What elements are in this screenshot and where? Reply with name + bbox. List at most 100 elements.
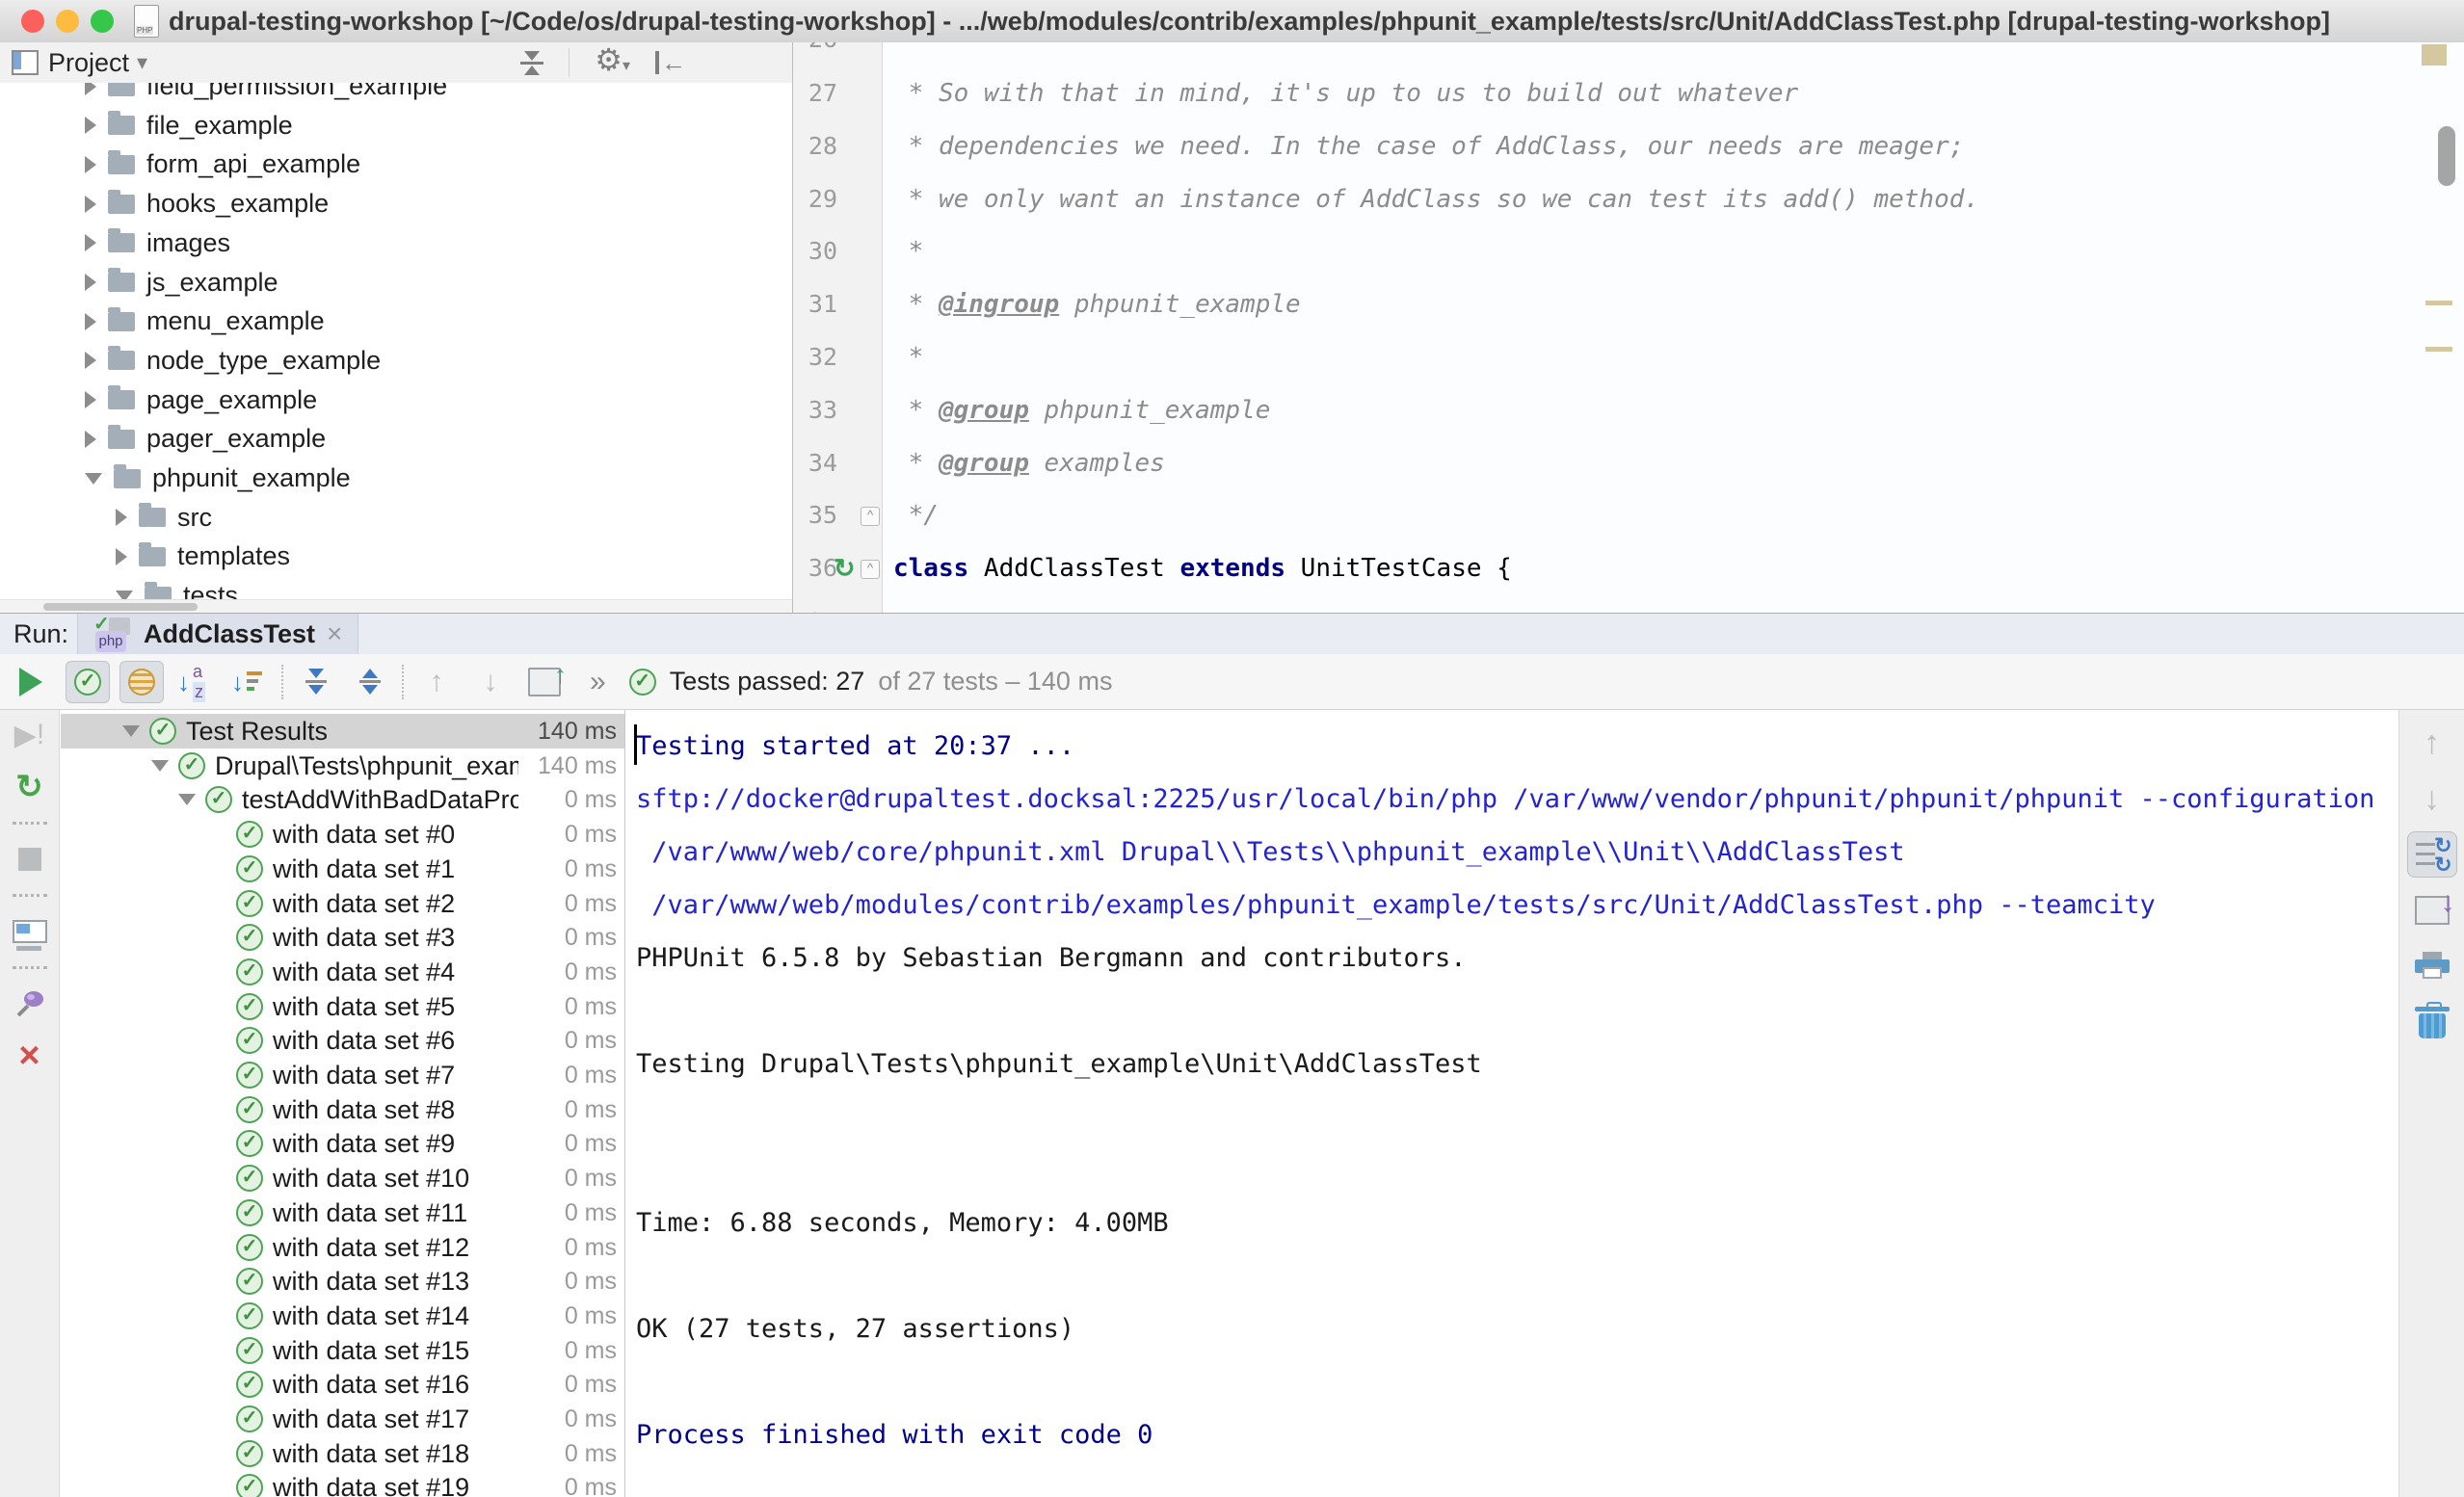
chevron-collapsed-icon[interactable] xyxy=(85,431,96,448)
project-item[interactable]: src xyxy=(0,498,792,538)
pin-tab-button[interactable] xyxy=(11,985,49,1023)
test-tree-row[interactable]: ✓with data set #190 ms xyxy=(61,1470,624,1497)
soft-wrap-button[interactable]: ↻↻ xyxy=(2407,831,2457,878)
test-tree-row[interactable]: ✓Test Results140 ms xyxy=(61,714,624,748)
test-tree-row[interactable]: ✓with data set #180 ms xyxy=(61,1436,624,1471)
test-tree-row[interactable]: ✓with data set #140 ms xyxy=(61,1299,624,1333)
chevron-collapsed-icon[interactable] xyxy=(116,548,127,565)
test-tree-row[interactable]: ✓with data set #70 ms xyxy=(61,1058,624,1092)
chevron-collapsed-icon[interactable] xyxy=(116,509,127,526)
chevron-collapsed-icon[interactable] xyxy=(85,391,96,408)
rerun-button[interactable] xyxy=(12,661,56,703)
editor-scrollbar-thumb[interactable] xyxy=(2438,126,2455,186)
test-tree-row[interactable]: ✓with data set #30 ms xyxy=(61,920,624,955)
chevron-expanded-icon[interactable] xyxy=(116,591,133,599)
project-item[interactable]: pager_example xyxy=(0,419,792,459)
test-tree-row[interactable]: ✓with data set #170 ms xyxy=(61,1402,624,1436)
test-tree-row[interactable]: ✓with data set #100 ms xyxy=(61,1161,624,1195)
sort-by-duration-button[interactable]: ↓ xyxy=(227,661,272,703)
scrollbar-thumb[interactable] xyxy=(43,603,198,611)
collapse-all-icon[interactable] xyxy=(520,51,543,75)
chevron-collapsed-icon[interactable] xyxy=(85,83,96,95)
test-tree-row[interactable]: ✓with data set #120 ms xyxy=(61,1230,624,1265)
test-results-tree[interactable]: ✓Test Results140 ms✓Drupal\Tests\phpunit… xyxy=(61,710,625,1497)
project-item[interactable]: page_example xyxy=(0,381,792,420)
close-panel-button[interactable]: × xyxy=(11,1037,49,1075)
chevron-collapsed-icon[interactable] xyxy=(85,156,96,173)
chevron-collapsed-icon[interactable] xyxy=(85,313,96,330)
test-tree-row[interactable]: ✓with data set #160 ms xyxy=(61,1367,624,1402)
scroll-to-end-icon: ↓ xyxy=(2415,896,2450,925)
test-tree-row[interactable]: ✓with data set #90 ms xyxy=(61,1126,624,1161)
project-item[interactable]: field_permission_example xyxy=(0,83,792,106)
test-tree-row[interactable]: ✓with data set #10 ms xyxy=(61,852,624,886)
test-tree-row[interactable]: ✓with data set #110 ms xyxy=(61,1195,624,1230)
chevron-collapsed-icon[interactable] xyxy=(85,274,96,291)
chevron-down-icon[interactable]: ▾ xyxy=(137,50,147,75)
code-editor[interactable]: 2637272829303132333435^36^↻ * So with th… xyxy=(793,42,2464,613)
run-tab-addclasstest[interactable]: php ✓ AddClassTest × xyxy=(77,614,358,654)
project-horizontal-scrollbar[interactable] xyxy=(0,599,792,614)
test-tree-row[interactable]: ✓Drupal\Tests\phpunit_examp140 ms xyxy=(61,748,624,783)
expand-all-button[interactable] xyxy=(294,661,338,703)
test-tree-row[interactable]: ✓with data set #150 ms xyxy=(61,1333,624,1368)
test-tree-row[interactable]: ✓with data set #20 ms xyxy=(61,886,624,921)
test-tree-row[interactable]: ✓testAddWithBadDataProvidi0 ms xyxy=(61,782,624,817)
chevrons-icon[interactable]: » xyxy=(590,666,606,698)
test-tree-row[interactable]: ✓with data set #50 ms xyxy=(61,989,624,1024)
stop-button[interactable] xyxy=(11,840,49,879)
chevron-expanded-icon[interactable] xyxy=(85,473,102,485)
clear-console-button[interactable] xyxy=(2407,999,2457,1045)
test-tree-row[interactable]: ✓with data set #130 ms xyxy=(61,1264,624,1299)
show-ignored-button[interactable] xyxy=(119,661,164,703)
scroll-up-button[interactable]: ↑ xyxy=(2407,720,2457,766)
chevron-collapsed-icon[interactable] xyxy=(85,352,96,369)
restore-layout-button[interactable] xyxy=(11,912,49,951)
chevron-expanded-icon[interactable] xyxy=(122,725,140,737)
project-tree[interactable]: field_permission_examplefile_exampleform… xyxy=(0,83,792,599)
project-item[interactable]: js_example xyxy=(0,263,792,302)
fold-marker-icon[interactable]: ^ xyxy=(861,507,880,526)
sort-alphabetically-button[interactable]: ↓az xyxy=(173,661,218,703)
project-item[interactable]: templates xyxy=(0,537,792,576)
project-item[interactable]: file_example xyxy=(0,106,792,145)
rerun-failed-tests-button[interactable]: ▶ ! xyxy=(11,716,49,754)
scroll-to-end-button[interactable]: ↓ xyxy=(2407,887,2457,933)
project-item[interactable]: menu_example xyxy=(0,302,792,341)
run-class-gutter-icon[interactable]: ↻ xyxy=(834,542,856,594)
scroll-down-button[interactable]: ↓ xyxy=(2407,775,2457,822)
chevron-collapsed-icon[interactable] xyxy=(85,234,96,251)
layout-icon xyxy=(13,920,47,943)
down-arrow-icon: ↓ xyxy=(484,666,498,698)
project-item[interactable]: tests xyxy=(0,576,792,599)
chevron-collapsed-icon[interactable] xyxy=(85,196,96,213)
import-test-results-button[interactable]: ↑ xyxy=(522,661,567,703)
expand-all-icon xyxy=(305,669,327,695)
project-item[interactable]: hooks_example xyxy=(0,184,792,223)
folder-icon xyxy=(139,508,166,527)
project-item[interactable]: form_api_example xyxy=(0,144,792,184)
next-failed-test-button[interactable]: ↓ xyxy=(468,661,513,703)
test-tree-row[interactable]: ✓with data set #60 ms xyxy=(61,1023,624,1058)
project-item[interactable]: images xyxy=(0,223,792,263)
hide-panel-icon[interactable]: ← xyxy=(655,51,686,74)
test-name: with data set #18 xyxy=(273,1436,469,1471)
toggle-auto-test-button[interactable]: ↻ xyxy=(11,768,49,806)
gear-icon[interactable]: ⚙▾ xyxy=(595,44,630,82)
fold-marker-icon[interactable]: ^ xyxy=(861,560,880,579)
show-passed-button[interactable]: ✓ xyxy=(66,661,110,703)
test-tree-row[interactable]: ✓with data set #00 ms xyxy=(61,817,624,852)
chevron-collapsed-icon[interactable] xyxy=(85,117,96,134)
test-console[interactable]: Testing started at 20:37 ...sftp://docke… xyxy=(626,710,2398,1497)
close-tab-icon[interactable]: × xyxy=(327,618,342,649)
collapse-all-button[interactable] xyxy=(348,661,392,703)
test-tree-row[interactable]: ✓with data set #80 ms xyxy=(61,1092,624,1127)
project-panel-title[interactable]: Project xyxy=(48,48,129,78)
chevron-expanded-icon[interactable] xyxy=(151,760,169,772)
project-item[interactable]: node_type_example xyxy=(0,341,792,381)
project-item[interactable]: phpunit_example xyxy=(0,459,792,498)
chevron-expanded-icon[interactable] xyxy=(178,794,196,805)
previous-failed-test-button[interactable]: ↑ xyxy=(414,661,459,703)
test-tree-row[interactable]: ✓with data set #40 ms xyxy=(61,955,624,989)
print-button[interactable] xyxy=(2407,943,2457,989)
